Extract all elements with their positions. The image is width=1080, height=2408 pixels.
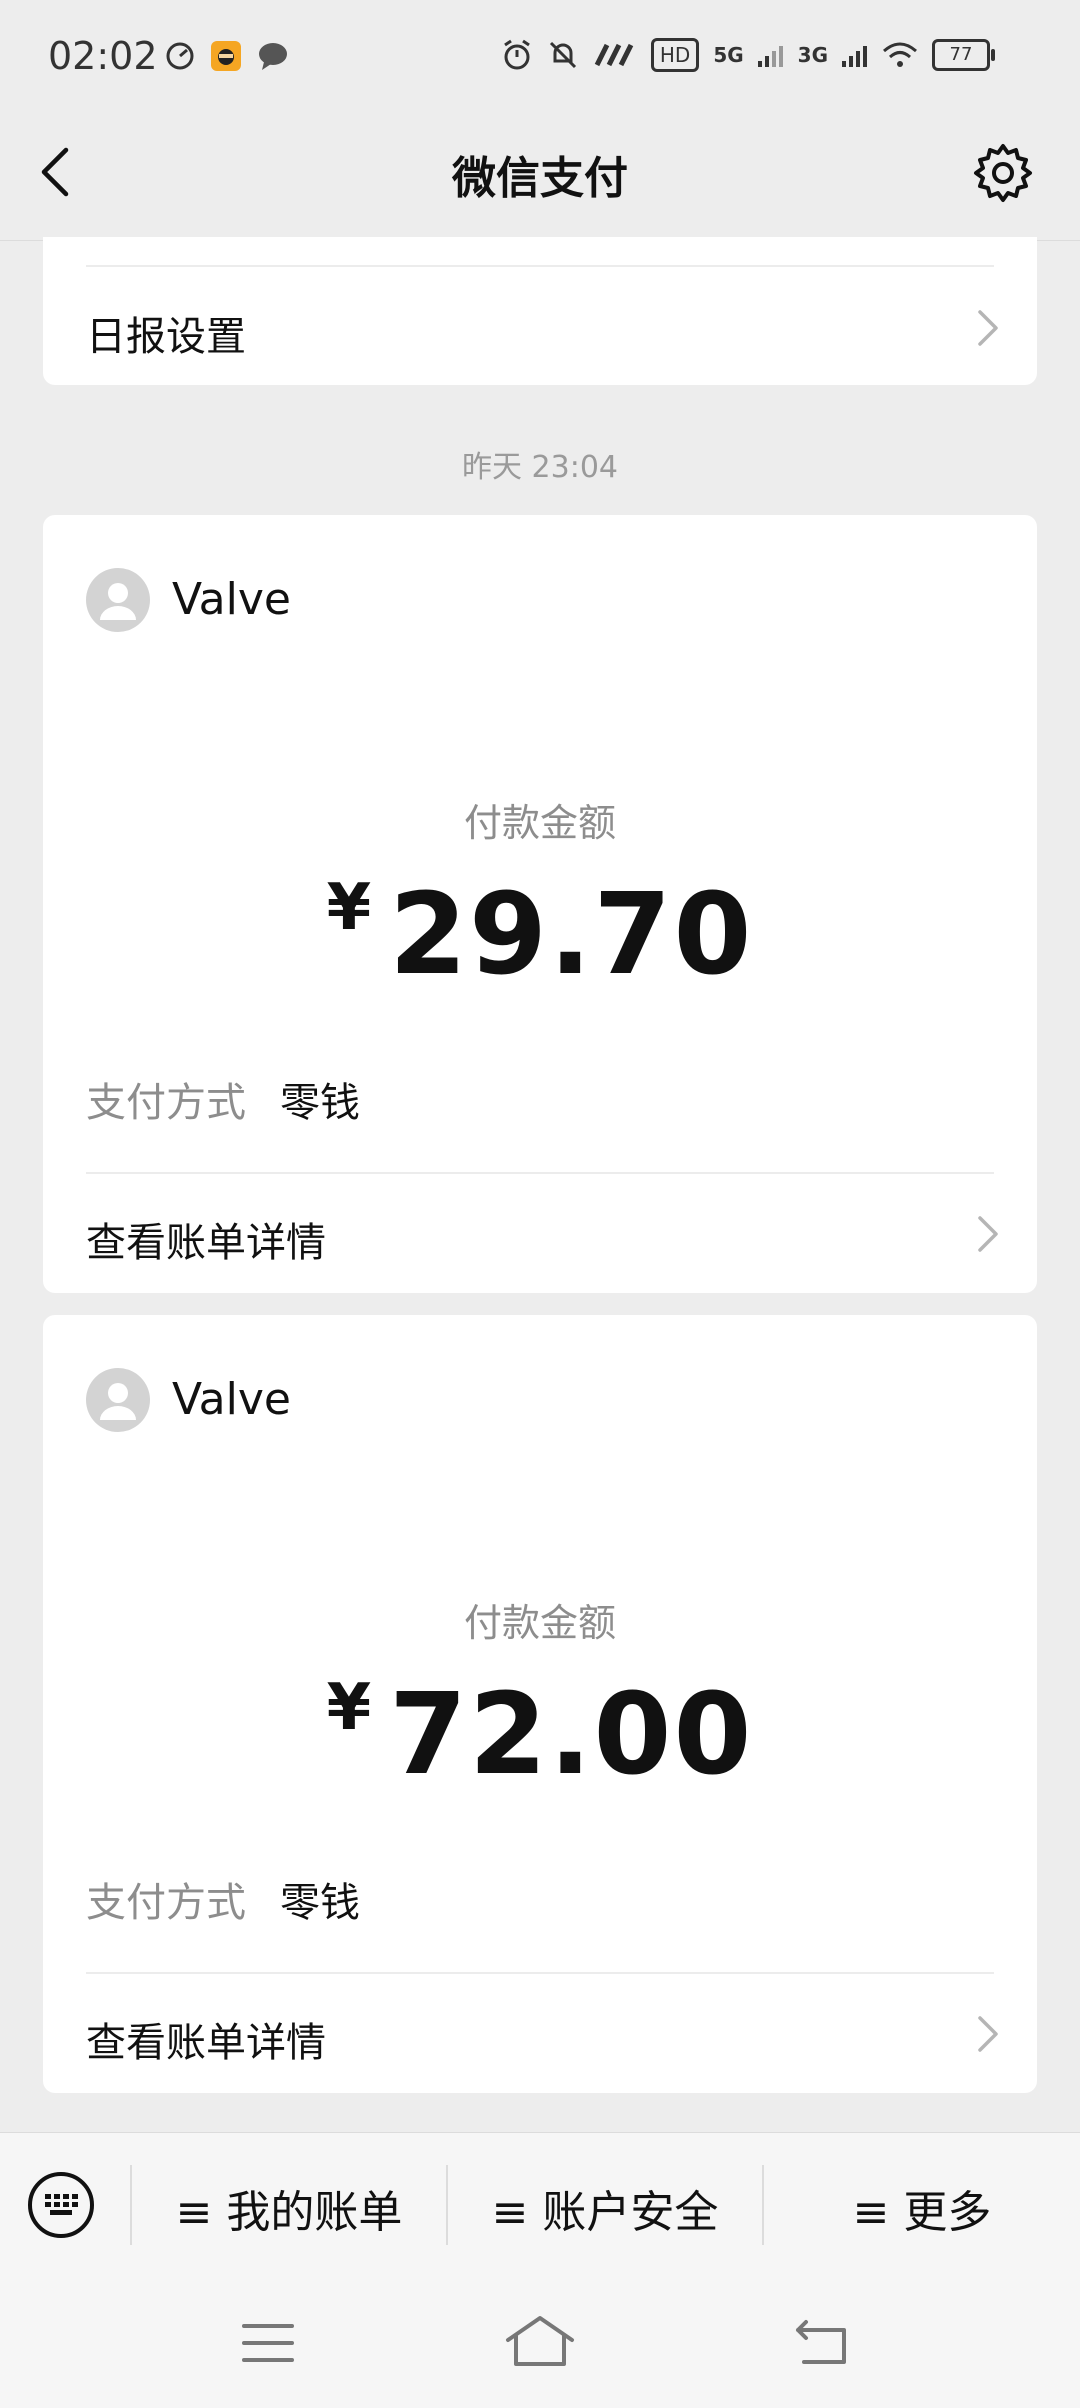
payment-method-value: 零钱 <box>280 1080 360 1126</box>
wifi-icon <box>883 42 917 67</box>
page-title: 微信支付 <box>452 153 628 204</box>
chevron-right-icon <box>978 310 998 346</box>
menu-more[interactable]: ≡ 更多 <box>764 2176 1080 2240</box>
user-silhouette-icon <box>100 583 136 620</box>
payment-method-value: 零钱 <box>280 1880 360 1926</box>
view-bill-details-label: 查看账单详情 <box>86 1220 326 1266</box>
amount-label: 付款金额 <box>463 1601 616 1645</box>
status-time: 02:02 <box>48 34 158 78</box>
status-right-icons: HD 5G 3G 77 <box>501 38 995 72</box>
signal-bars-icon <box>757 46 783 67</box>
amount-label: 付款金额 <box>463 801 616 845</box>
speed-icon <box>166 42 194 70</box>
mute-bell-icon <box>549 41 576 69</box>
back-nav-icon[interactable] <box>794 2316 850 2368</box>
keyboard-icon <box>45 2194 78 2215</box>
merchant-name: Valve <box>172 1374 291 1425</box>
alarm-icon <box>504 39 530 70</box>
view-bill-details-label: 查看账单详情 <box>86 2020 326 2066</box>
divider <box>86 265 994 267</box>
settings-gear-icon[interactable] <box>972 142 1034 204</box>
payment-amount: ¥29.70 <box>43 870 1037 1000</box>
app-notification-icon <box>211 41 241 71</box>
network-speed-icon <box>594 43 634 67</box>
merchant-avatar <box>86 1368 150 1432</box>
chevron-right-icon <box>978 2016 998 2052</box>
merchant-avatar <box>86 568 150 632</box>
payment-amount: ¥72.00 <box>43 1670 1037 1800</box>
menu-account-security[interactable]: ≡ 账户安全 <box>448 2176 762 2240</box>
hd-badge: HD <box>650 38 700 72</box>
signal-3g: 3G <box>797 43 828 67</box>
battery-indicator: 77 <box>932 39 995 71</box>
message-timestamp: 昨天 23:04 <box>462 450 618 485</box>
home-icon[interactable] <box>504 2314 576 2370</box>
menu-my-bills[interactable]: ≡ 我的账单 <box>132 2176 446 2240</box>
divider <box>86 1172 994 1174</box>
currency-symbol: ¥ <box>326 1671 372 1745</box>
message-icon <box>259 43 287 70</box>
signal-5g: 5G <box>713 43 744 67</box>
daily-report-settings-label: 日报设置 <box>86 314 246 360</box>
currency-symbol: ¥ <box>326 871 372 945</box>
user-silhouette-icon <box>100 1383 136 1420</box>
recent-apps-icon[interactable] <box>240 2318 296 2368</box>
amount-value: 29.70 <box>389 870 754 1000</box>
chevron-right-icon <box>978 1216 998 1252</box>
payment-method-label: 支付方式 <box>86 1080 246 1126</box>
amount-value: 72.00 <box>389 1670 754 1800</box>
signal-bars-icon-2 <box>842 46 867 67</box>
keyboard-toggle-button[interactable] <box>28 2172 94 2238</box>
status-left-icons <box>164 40 290 72</box>
payment-method-label: 支付方式 <box>86 1880 246 1926</box>
merchant-name: Valve <box>172 574 291 625</box>
divider <box>86 1972 994 1974</box>
